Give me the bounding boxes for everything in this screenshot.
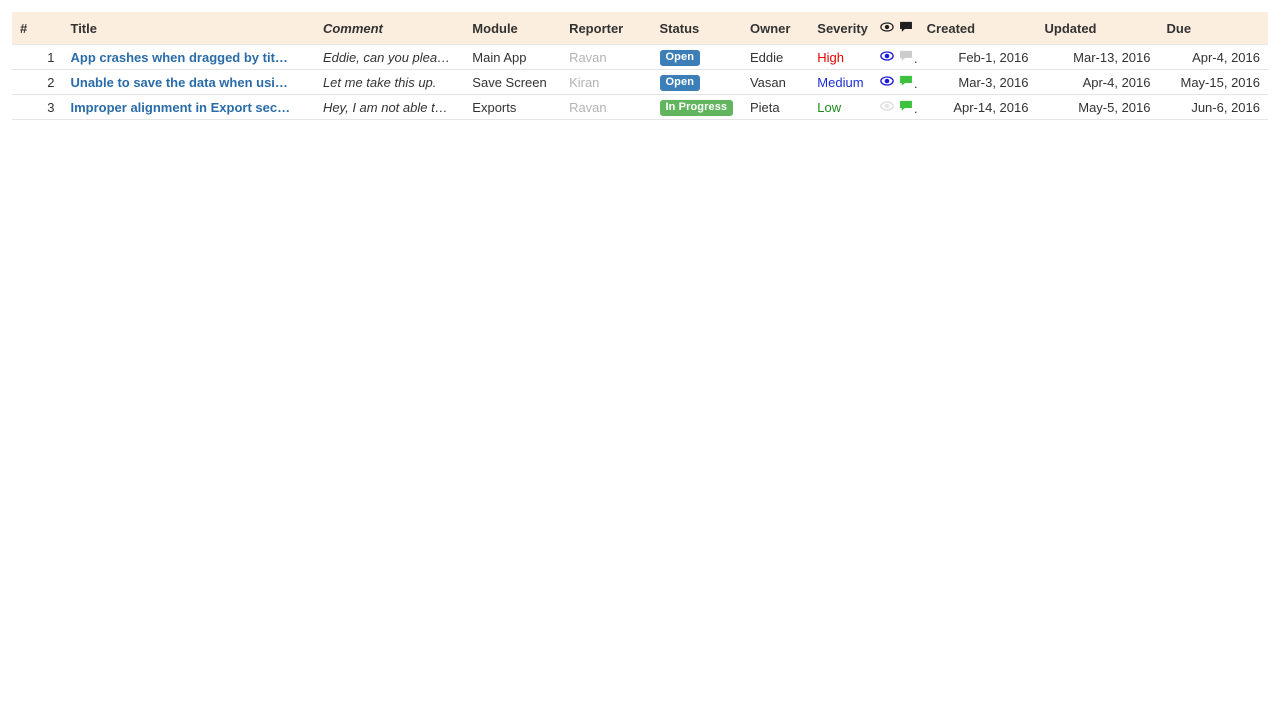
page-root: # Title Comment Module Reporter Status O…: [0, 0, 1280, 720]
eye-icon[interactable]: [880, 99, 895, 113]
column-header-title[interactable]: Title: [62, 12, 314, 45]
cell-created: Feb-1, 2016: [958, 49, 1029, 65]
comment-icon[interactable]: [899, 49, 913, 63]
header-icon-group: [880, 20, 913, 34]
status-badge[interactable]: Open: [659, 75, 701, 91]
cell-icons: [872, 70, 918, 95]
cell-severity: Medium: [817, 74, 864, 90]
cell-status: Open: [652, 70, 742, 95]
cell-title[interactable]: Improper alignment in Export sec…: [62, 95, 314, 120]
cell-number: 1: [47, 49, 55, 65]
header-row: # Title Comment Module Reporter Status O…: [12, 12, 1268, 45]
cell-updated: Apr-4, 2016: [1082, 74, 1151, 90]
row-icon-group: [880, 49, 913, 63]
cell-reporter: Kiran: [569, 74, 600, 90]
cell-module: Save Screen: [472, 74, 547, 90]
cell-title[interactable]: App crashes when dragged by tit…: [62, 45, 314, 70]
cell-updated: May-5, 2016: [1078, 99, 1151, 115]
eye-icon: [880, 20, 895, 34]
column-header-owner[interactable]: Owner: [742, 12, 809, 45]
cell-comment: Hey, I am not able t…: [322, 99, 448, 115]
eye-icon[interactable]: [880, 49, 895, 63]
cell-severity: Low: [817, 99, 842, 115]
column-header-status[interactable]: Status: [652, 12, 742, 45]
row-icon-group: [880, 74, 913, 88]
issues-table: # Title Comment Module Reporter Status O…: [12, 12, 1268, 120]
comment-icon[interactable]: [899, 99, 913, 113]
eye-icon[interactable]: [880, 74, 895, 88]
column-header-comment[interactable]: Comment: [315, 12, 464, 45]
cell-module: Exports: [472, 99, 517, 115]
cell-created: Mar-3, 2016: [958, 74, 1029, 90]
column-header-severity[interactable]: Severity: [809, 12, 872, 45]
cell-module: Main App: [472, 49, 527, 65]
column-header-icons[interactable]: [872, 12, 918, 45]
cell-title[interactable]: Unable to save the data when usi…: [62, 70, 314, 95]
column-header-due[interactable]: Due: [1159, 12, 1269, 45]
cell-status: Open: [652, 45, 742, 70]
cell-icons: [872, 95, 918, 120]
column-header-number[interactable]: #: [12, 12, 62, 45]
cell-number: 3: [47, 99, 55, 115]
row-icon-group: [880, 99, 913, 113]
column-header-created[interactable]: Created: [919, 12, 1037, 45]
table-row[interactable]: 1 App crashes when dragged by tit… Eddie…: [12, 44, 1268, 70]
table-row[interactable]: 3 Improper alignment in Export sec… Hey,…: [12, 94, 1268, 120]
table-row[interactable]: 2 Unable to save the data when usi… Let …: [12, 69, 1268, 95]
cell-due: Jun-6, 2016: [1191, 99, 1260, 115]
comment-icon[interactable]: [899, 74, 913, 88]
cell-owner: Eddie: [749, 49, 784, 65]
cell-reporter: Ravan: [569, 49, 607, 65]
cell-updated: Mar-13, 2016: [1073, 49, 1151, 65]
column-header-reporter[interactable]: Reporter: [561, 12, 651, 45]
cell-status: In Progress: [652, 95, 742, 120]
cell-number: 2: [47, 74, 55, 90]
status-badge[interactable]: Open: [659, 50, 701, 66]
cell-comment: Eddie, can you plea…: [322, 49, 451, 65]
table-body: 1 App crashes when dragged by tit… Eddie…: [12, 44, 1268, 120]
cell-due: May-15, 2016: [1180, 74, 1261, 90]
status-badge[interactable]: In Progress: [659, 100, 734, 116]
column-header-updated[interactable]: Updated: [1036, 12, 1158, 45]
comment-icon: [899, 20, 913, 34]
cell-owner: Vasan: [749, 74, 786, 90]
cell-owner: Pieta: [749, 99, 780, 115]
column-header-module[interactable]: Module: [464, 12, 561, 45]
cell-due: Apr-4, 2016: [1192, 49, 1260, 65]
table-header: # Title Comment Module Reporter Status O…: [12, 12, 1268, 45]
cell-comment: Let me take this up.: [322, 74, 437, 90]
cell-created: Apr-14, 2016: [953, 99, 1029, 115]
cell-icons: [872, 45, 918, 70]
cell-severity: High: [817, 49, 845, 65]
cell-reporter: Ravan: [569, 99, 607, 115]
